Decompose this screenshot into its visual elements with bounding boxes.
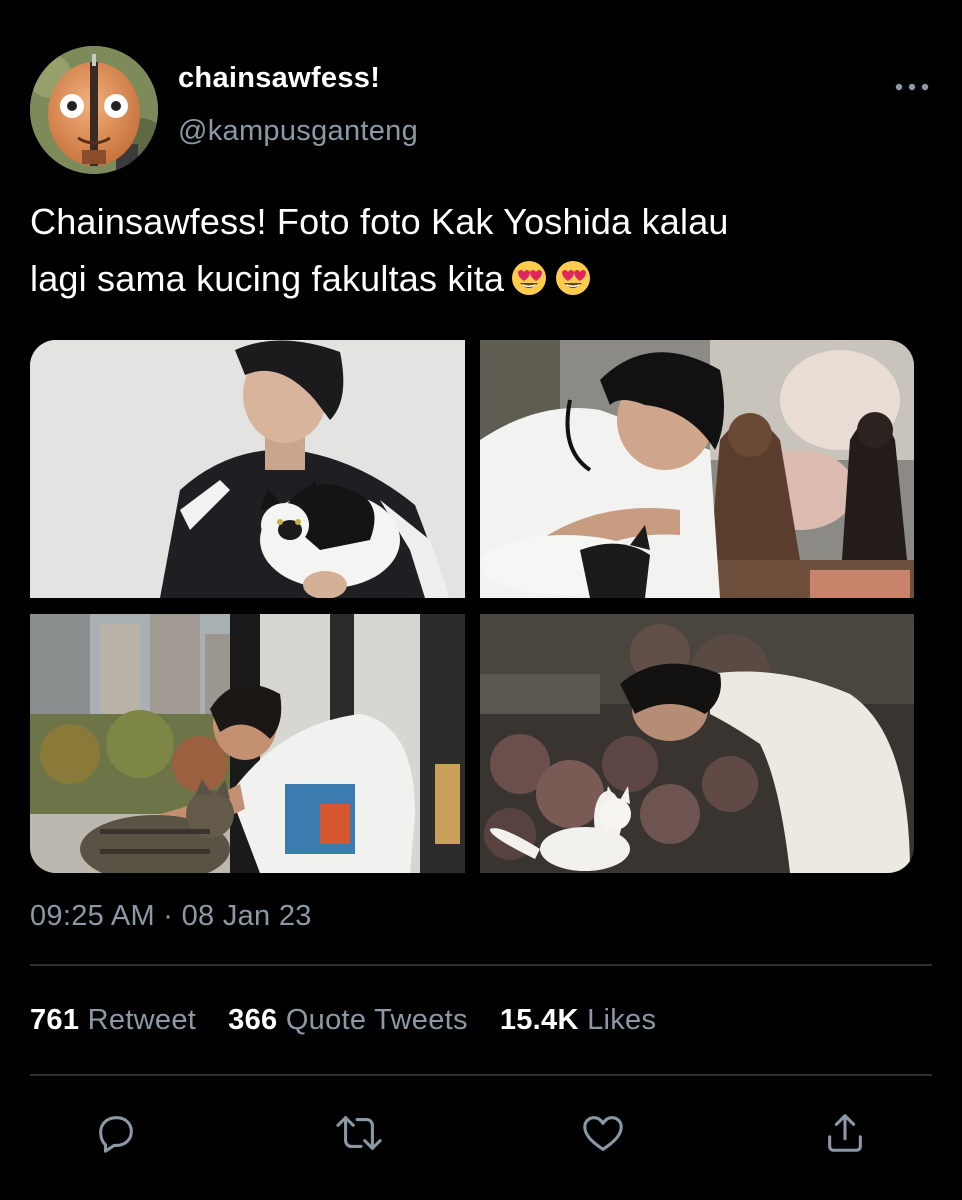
more-icon[interactable] <box>890 72 934 102</box>
display-name[interactable]: chainsawfess! <box>178 62 380 95</box>
engagement-stats: 761 Retweet 366 Quote Tweets 15.4K Likes <box>30 1004 688 1037</box>
retweets-stat[interactable]: 761 Retweet <box>30 1004 196 1037</box>
photo-2[interactable] <box>480 340 914 598</box>
quote-tweets-label: Quote Tweets <box>285 1004 468 1036</box>
tweet-text-line-2: lagi sama kucing fakultas kita <box>30 250 930 307</box>
likes-label: Likes <box>587 1004 657 1036</box>
photo-1[interactable] <box>30 340 465 598</box>
retweets-label: Retweet <box>87 1004 197 1036</box>
heart-eyes-emoji <box>510 256 548 295</box>
likes-count: 15.4K <box>499 1004 579 1036</box>
divider <box>30 964 932 966</box>
quote-tweets-count: 366 <box>228 1004 278 1036</box>
user-handle[interactable]: @kampusganteng <box>178 115 418 148</box>
photo-4[interactable] <box>480 614 914 873</box>
media-grid <box>30 340 914 873</box>
heart-icon[interactable] <box>578 1108 628 1158</box>
tweet-text: Chainsawfess! Foto foto Kak Yoshida kala… <box>30 193 930 307</box>
tweet-text-line-1: Chainsawfess! Foto foto Kak Yoshida kala… <box>30 201 729 242</box>
avatar[interactable] <box>30 46 158 174</box>
photo-3[interactable] <box>30 614 465 873</box>
divider <box>30 1074 932 1076</box>
heart-eyes-emoji <box>554 256 592 295</box>
quote-tweets-stat[interactable]: 366 Quote Tweets <box>228 1004 468 1037</box>
share-icon[interactable] <box>820 1108 870 1158</box>
retweet-icon[interactable] <box>334 1108 384 1158</box>
likes-stat[interactable]: 15.4K Likes <box>500 1004 656 1037</box>
reply-icon[interactable] <box>91 1108 141 1158</box>
retweets-count: 761 <box>30 1004 80 1036</box>
tweet-timestamp[interactable]: 09:25 AM · 08 Jan 23 <box>30 900 312 933</box>
tweet-text-line-2-text: lagi sama kucing fakultas kita <box>30 258 505 299</box>
